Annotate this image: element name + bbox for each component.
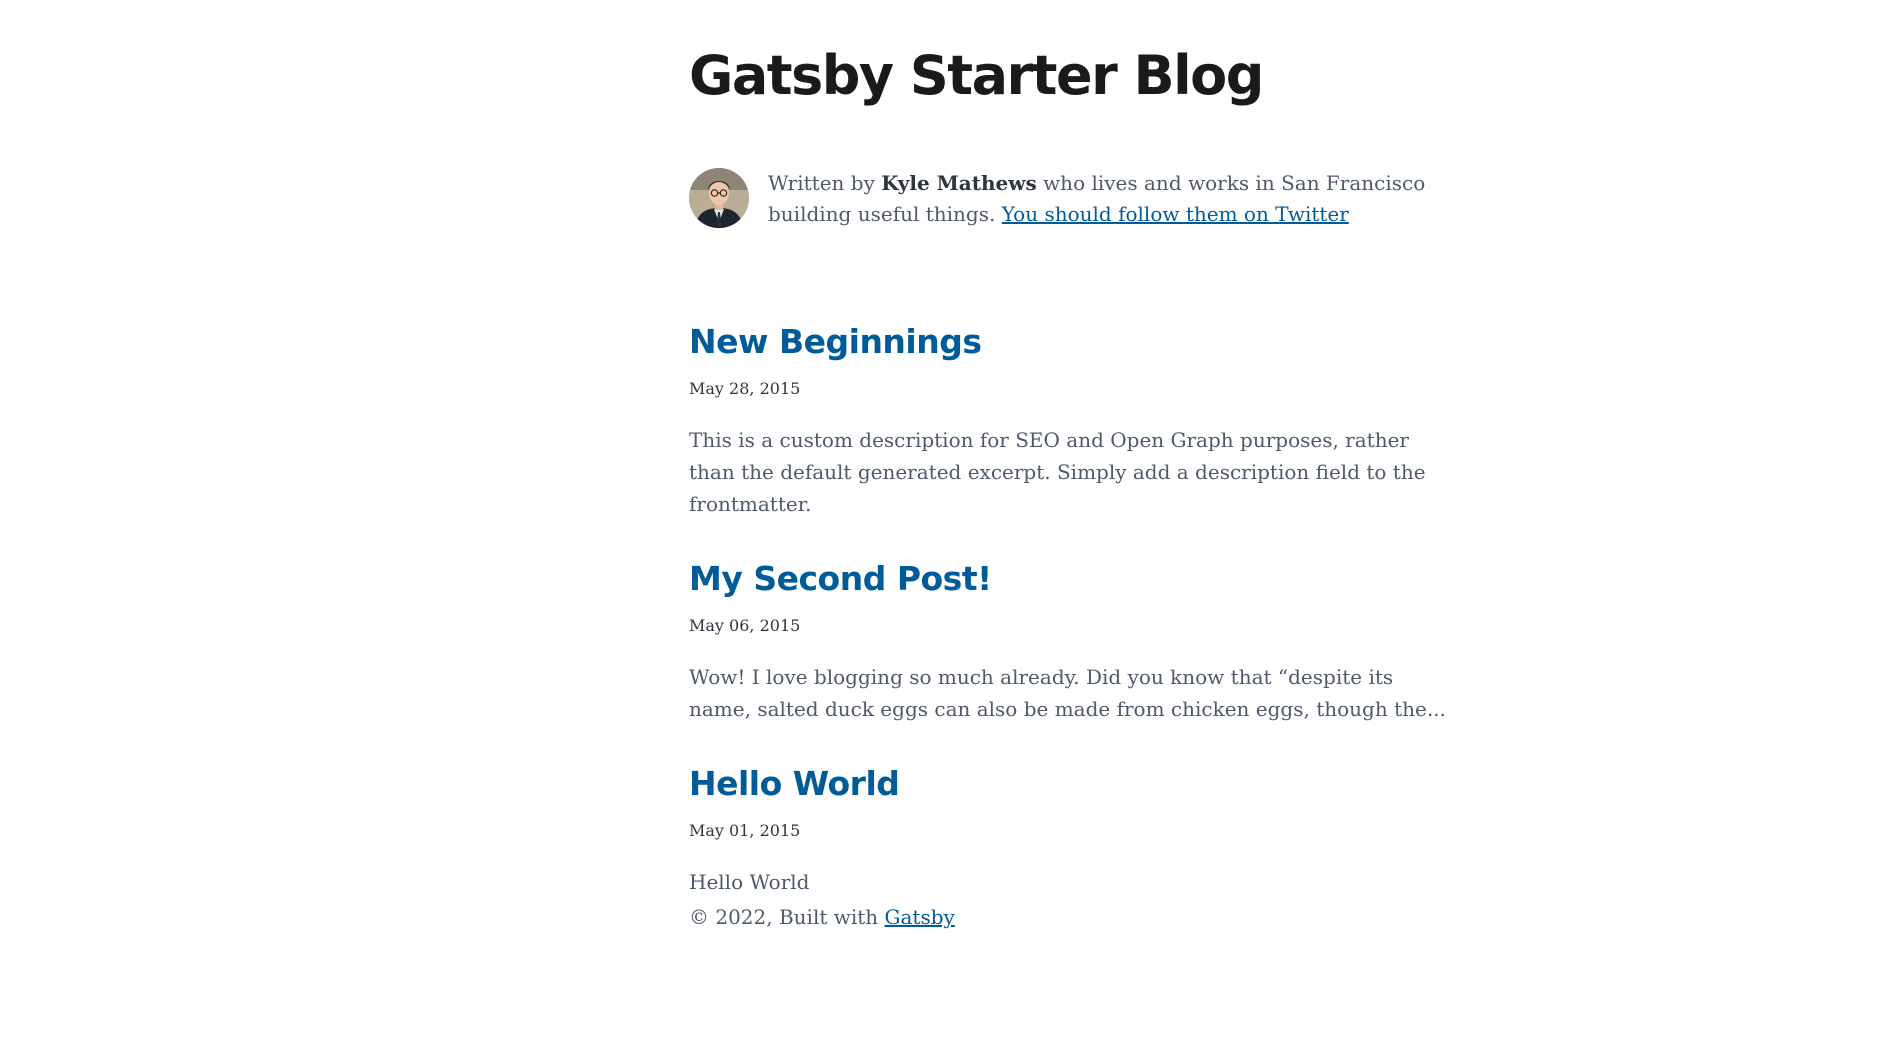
avatar-image-icon bbox=[689, 168, 749, 228]
post-date: May 01, 2015 bbox=[689, 821, 801, 840]
post-item: New Beginnings May 28, 2015 This is a cu… bbox=[689, 320, 1449, 520]
post-description: Wow! I love blogging so much already. Di… bbox=[689, 665, 1446, 721]
author-bio: Written by Kyle Mathews who lives and wo… bbox=[689, 168, 1449, 230]
bio-prefix: Written by bbox=[768, 171, 875, 195]
bio-text: Written by Kyle Mathews who lives and wo… bbox=[768, 168, 1449, 230]
post-title: Hello World bbox=[689, 762, 1449, 806]
post-title-link[interactable]: My Second Post! bbox=[689, 559, 992, 598]
post-date: May 06, 2015 bbox=[689, 616, 801, 635]
post-item: Hello World May 01, 2015 Hello World bbox=[689, 762, 1449, 898]
post-title: New Beginnings bbox=[689, 320, 1449, 364]
bio-author-name: Kyle Mathews bbox=[881, 171, 1037, 195]
gatsby-link[interactable]: Gatsby bbox=[885, 905, 955, 929]
post-description: This is a custom description for SEO and… bbox=[689, 428, 1426, 516]
post-description: Hello World bbox=[689, 870, 810, 894]
site-title[interactable]: Gatsby Starter Blog bbox=[689, 44, 1264, 107]
post-date: May 28, 2015 bbox=[689, 379, 801, 398]
post-title-link[interactable]: New Beginnings bbox=[689, 322, 982, 361]
post-list: New Beginnings May 28, 2015 This is a cu… bbox=[689, 320, 1449, 935]
site-footer: © 2022, Built with Gatsby bbox=[689, 901, 955, 933]
post-title: My Second Post! bbox=[689, 557, 1449, 601]
post-title-link[interactable]: Hello World bbox=[689, 764, 900, 803]
post-item: My Second Post! May 06, 2015 Wow! I love… bbox=[689, 557, 1449, 725]
twitter-link[interactable]: You should follow them on Twitter bbox=[1002, 202, 1349, 226]
footer-text: © 2022, Built with bbox=[689, 905, 879, 929]
author-avatar bbox=[689, 168, 749, 228]
